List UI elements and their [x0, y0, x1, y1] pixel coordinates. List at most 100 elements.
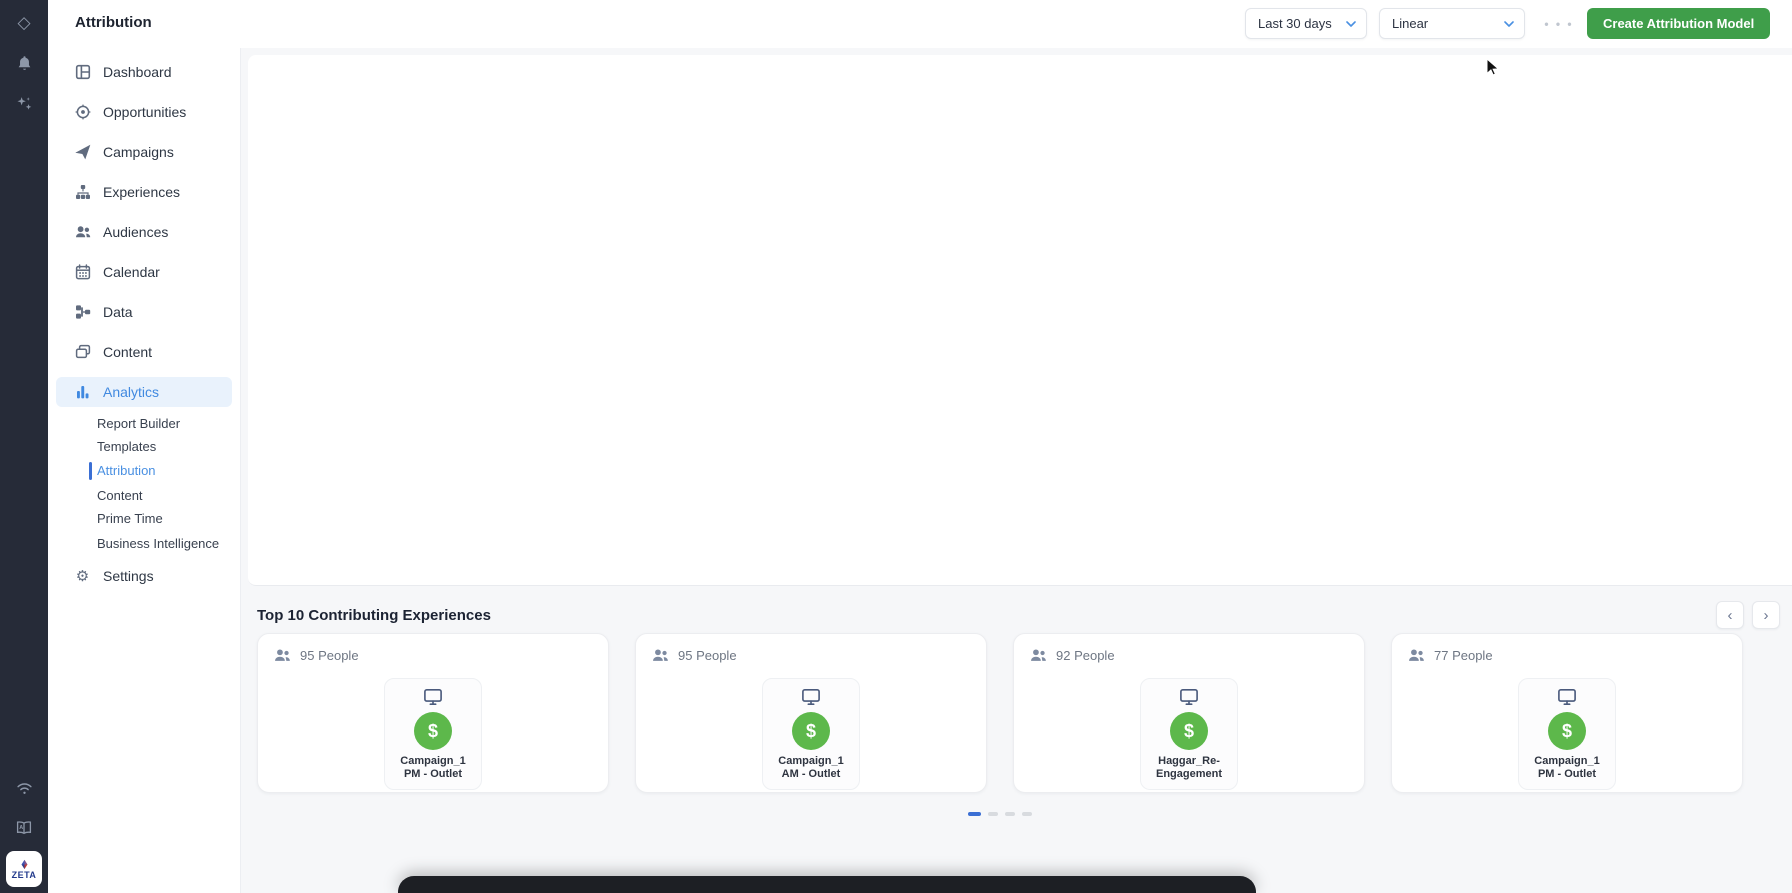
- notifications-bell-icon[interactable]: [0, 55, 48, 72]
- experience-name: Haggar_Re-Engagement: [1145, 755, 1233, 781]
- sidebar-subitem-business-intelligence[interactable]: Business Intelligence: [97, 533, 237, 554]
- date-range-value: Last 30 days: [1258, 16, 1332, 31]
- experience-name: Campaign_1AM - Outlet: [767, 755, 855, 781]
- sidebar-item-content[interactable]: Content: [56, 337, 232, 367]
- experience-node-tile[interactable]: $ Campaign_1PM - Outlet: [1518, 678, 1616, 790]
- date-range-select[interactable]: Last 30 days: [1245, 8, 1367, 39]
- more-options-button[interactable]: • • •: [1542, 12, 1576, 36]
- experience-node-tile[interactable]: $ Campaign_1AM - Outlet: [762, 678, 860, 790]
- sidebar-item-label: Experiences: [103, 184, 180, 200]
- experience-node-tile[interactable]: $ Campaign_1PM - Outlet: [384, 678, 482, 790]
- carousel-dot[interactable]: [1022, 812, 1032, 816]
- create-attribution-model-button[interactable]: Create Attribution Model: [1587, 8, 1770, 39]
- sidebar-subitem-attribution[interactable]: Attribution: [97, 460, 237, 481]
- sidebar-item-label: Campaigns: [103, 144, 174, 160]
- experience-node-tile[interactable]: $ Haggar_Re-Engagement: [1140, 678, 1238, 790]
- sidebar: Dashboard Opportunities Campaigns Experi…: [48, 48, 241, 893]
- sidebar-item-calendar[interactable]: Calendar: [56, 257, 232, 287]
- sidebar-item-label: Analytics: [103, 384, 159, 400]
- sidebar-item-label: Calendar: [103, 264, 160, 280]
- experience-name: Campaign_1PM - Outlet: [1523, 755, 1611, 781]
- app-rail: ◇ A ZETA: [0, 0, 48, 893]
- people-icon: [74, 224, 91, 240]
- zeta-logo-text: ZETA: [12, 871, 37, 880]
- sidebar-item-label: Data: [103, 304, 133, 320]
- subitem-label: Templates: [97, 439, 156, 454]
- subitem-label: Content: [97, 488, 143, 503]
- top-header: Attribution Last 30 days Linear • • • Cr…: [48, 0, 1792, 48]
- subitem-label: Prime Time: [97, 511, 163, 526]
- carousel-dot[interactable]: [968, 812, 981, 816]
- attribution-model-select[interactable]: Linear: [1379, 8, 1525, 39]
- paper-plane-icon: [74, 144, 91, 160]
- data-flow-icon: [74, 304, 91, 320]
- page-title: Attribution: [75, 14, 152, 31]
- mouse-cursor: [1486, 58, 1501, 78]
- chevron-left-icon: ‹: [1728, 608, 1733, 623]
- experience-card[interactable]: 92 People $ Haggar_Re-Engagement: [1013, 633, 1365, 793]
- ai-sparkles-icon[interactable]: [0, 96, 48, 112]
- target-icon: [74, 104, 91, 120]
- gear-icon: ⚙: [74, 567, 91, 585]
- chevron-down-icon: [1504, 21, 1514, 27]
- sidebar-subitem-templates[interactable]: Templates: [97, 436, 237, 457]
- sidebar-item-settings[interactable]: ⚙ Settings: [56, 561, 232, 591]
- sidebar-item-dashboard[interactable]: Dashboard: [56, 57, 232, 87]
- app-logo-diamond-icon[interactable]: ◇: [0, 13, 48, 33]
- people-icon: [652, 648, 669, 663]
- conversion-dollar-icon: $: [1548, 712, 1586, 750]
- signal-icon[interactable]: [0, 780, 48, 796]
- sidebar-item-campaigns[interactable]: Campaigns: [56, 137, 232, 167]
- conversion-dollar-icon: $: [414, 712, 452, 750]
- sidebar-item-label: Dashboard: [103, 64, 172, 80]
- sidebar-item-label: Opportunities: [103, 104, 186, 120]
- sidebar-subitem-content[interactable]: Content: [97, 485, 237, 506]
- subitem-label: Business Intelligence: [97, 536, 219, 551]
- sidebar-item-data[interactable]: Data: [56, 297, 232, 327]
- zeta-diamond-icon: [18, 859, 31, 870]
- experience-card[interactable]: 77 People $ Campaign_1PM - Outlet: [1391, 633, 1743, 793]
- people-icon: [274, 648, 291, 663]
- attribution-panel: [248, 55, 1792, 586]
- sidebar-item-opportunities[interactable]: Opportunities: [56, 97, 232, 127]
- people-count-label: 95 People: [300, 648, 359, 663]
- sidebar-item-label: Settings: [103, 568, 154, 584]
- carousel-pagination: [968, 812, 1032, 816]
- people-icon: [1408, 648, 1425, 663]
- knowledge-book-icon[interactable]: A: [0, 820, 48, 836]
- experiences-section-title: Top 10 Contributing Experiences: [257, 607, 491, 624]
- sidebar-item-analytics[interactable]: Analytics: [56, 377, 232, 407]
- bar-chart-icon: [74, 384, 91, 400]
- sidebar-item-audiences[interactable]: Audiences: [56, 217, 232, 247]
- carousel-next-button[interactable]: ›: [1752, 601, 1780, 629]
- experience-name: Campaign_1PM - Outlet: [389, 755, 477, 781]
- sitemap-icon: [74, 184, 91, 200]
- monitor-icon: [800, 688, 822, 706]
- carousel-dot[interactable]: [1005, 812, 1015, 816]
- people-count: 95 People: [274, 648, 592, 663]
- sidebar-item-label: Audiences: [103, 224, 168, 240]
- carousel-dot[interactable]: [988, 812, 998, 816]
- active-subitem-indicator: [89, 462, 92, 480]
- people-count: 77 People: [1408, 648, 1726, 663]
- monitor-icon: [1556, 688, 1578, 706]
- sidebar-subitem-prime-time[interactable]: Prime Time: [97, 508, 237, 529]
- carousel-prev-button[interactable]: ‹: [1716, 601, 1744, 629]
- people-count-label: 95 People: [678, 648, 737, 663]
- people-count-label: 92 People: [1056, 648, 1115, 663]
- monitor-icon: [1178, 688, 1200, 706]
- sidebar-subitem-report-builder[interactable]: Report Builder: [97, 413, 237, 434]
- experience-card[interactable]: 95 People $ Campaign_1AM - Outlet: [635, 633, 987, 793]
- chevron-right-icon: ›: [1764, 608, 1769, 623]
- subitem-label: Attribution: [97, 463, 156, 478]
- monitor-icon: [422, 688, 444, 706]
- conversion-dollar-icon: $: [792, 712, 830, 750]
- sidebar-item-experiences[interactable]: Experiences: [56, 177, 232, 207]
- content-panes-icon: [74, 344, 91, 360]
- people-icon: [1030, 648, 1047, 663]
- attribution-model-value: Linear: [1392, 16, 1428, 31]
- zeta-logo[interactable]: ZETA: [6, 851, 42, 887]
- experience-card[interactable]: 95 People $ Campaign_1PM - Outlet: [257, 633, 609, 793]
- calendar-icon: [74, 264, 91, 280]
- sidebar-item-label: Content: [103, 344, 152, 360]
